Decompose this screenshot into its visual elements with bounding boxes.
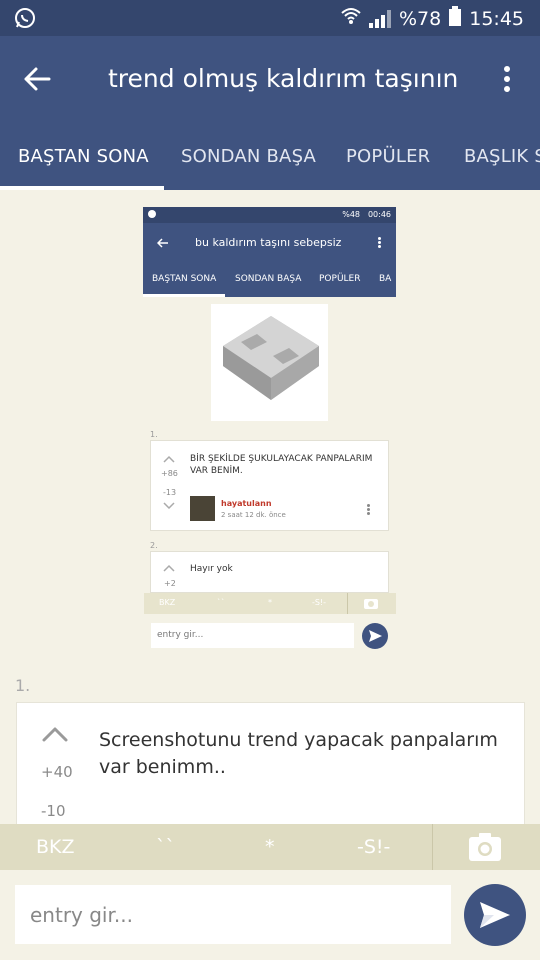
embedded-toolbar-star: * (268, 598, 272, 607)
embedded-title: bu kaldırım taşını sebepsiz (195, 236, 342, 249)
clock: 15:45 (469, 7, 524, 30)
embedded-time-ago: 2 saat 12 dk. önce (221, 511, 286, 519)
page-title: trend olmuş kaldırım taşının (108, 64, 459, 93)
embedded-app-icon (148, 210, 156, 218)
more-options-icon[interactable] (500, 64, 514, 94)
app-bar: trend olmuş kaldırım taşının BAŞTAN SONA… (0, 36, 540, 190)
entry-text: Screenshotunu trend yapacak panpalarım v… (99, 729, 498, 778)
embedded-toolbar-backticks: `` (217, 598, 225, 607)
tab-bastan-sona[interactable]: BAŞTAN SONA (18, 146, 149, 167)
upvote-chevron-icon[interactable] (41, 725, 69, 743)
embedded-camera-icon (364, 599, 378, 609)
embedded-tab: BAŞTAN SONA (152, 274, 217, 284)
whatsapp-icon (14, 7, 36, 33)
embedded-tab-indicator (143, 294, 225, 297)
bkz-button[interactable]: BKZ (36, 836, 75, 858)
entry-number: 1. (15, 676, 31, 695)
embedded-toolbar-spoiler: -S!- (312, 598, 327, 607)
embedded-tab: SONDAN BAŞA (235, 274, 302, 284)
battery-percent: %78 (399, 7, 442, 30)
formatting-toolbar: BKZ `` * -S!- (0, 824, 540, 870)
back-arrow-icon[interactable] (22, 64, 52, 94)
embedded-downvotes: -13 (163, 488, 177, 497)
embedded-tab: BA (379, 274, 392, 284)
embedded-upvotes: +2 (164, 579, 176, 588)
embedded-battery-percent: %48 (342, 210, 360, 219)
embedded-upvotes: +86 (161, 469, 178, 478)
tab-sondan-basa[interactable]: SONDAN BAŞA (181, 146, 316, 167)
toolbar-divider (432, 824, 433, 870)
embedded-entry-text: BİR ŞEKİLDE ŞUKULAYACAK PANPALARIM VAR B… (190, 454, 373, 476)
spoiler-button[interactable]: -S!- (357, 836, 390, 858)
active-tab-indicator (0, 186, 164, 190)
embedded-entry-more-icon (367, 504, 370, 515)
embedded-toolbar: BKZ `` * -S!- (144, 593, 396, 614)
embedded-send-icon (362, 623, 388, 649)
send-icon (480, 902, 510, 928)
tab-baslik[interactable]: BAŞLIK S (464, 146, 540, 167)
wifi-icon (341, 7, 361, 30)
status-bar: %78 15:45 (0, 0, 540, 36)
tab-populer[interactable]: POPÜLER (346, 146, 430, 167)
embedded-upvote-icon (163, 564, 175, 572)
embedded-toolbar-divider (347, 593, 348, 614)
embedded-upvote-icon (163, 455, 175, 463)
embedded-avatar (190, 496, 215, 521)
entry-input[interactable]: entry gir... (15, 885, 451, 944)
embedded-clock: 00:46 (367, 210, 391, 219)
embedded-entry-number: 1. (150, 430, 158, 439)
embedded-entry-card: +86 -13 BİR ŞEKİLDE ŞUKULAYACAK PANPALAR… (150, 440, 389, 531)
star-button[interactable]: * (265, 836, 275, 858)
embedded-toolbar-bkz: BKZ (159, 598, 176, 607)
send-button[interactable] (464, 884, 526, 946)
upvote-count: +40 (41, 763, 73, 781)
embedded-entry-text: Hayır yok (190, 564, 233, 574)
signal-icon (369, 9, 391, 28)
downvote-count: -10 (41, 802, 66, 820)
embedded-more-icon (378, 237, 381, 249)
embedded-entry-input: entry gir... (151, 623, 354, 648)
battery-icon (449, 6, 462, 31)
tab-bar: BAŞTAN SONA SONDAN BAŞA POPÜLER BAŞLIK S (0, 136, 540, 190)
embedded-author: hayatulann (221, 499, 272, 508)
embedded-back-arrow-icon (157, 238, 168, 248)
camera-icon[interactable] (469, 833, 501, 861)
embedded-tab: POPÜLER (319, 274, 361, 284)
embedded-entry-card: +2 Hayır yok (150, 551, 389, 593)
embedded-status-bar: %48 00:46 (143, 207, 396, 223)
entry-card: +40 -10 Screenshotunu trend yapacak panp… (16, 702, 525, 826)
embedded-entry-number: 2. (150, 541, 158, 550)
paving-stone-image (211, 304, 328, 421)
embedded-screenshot-header: %48 00:46 bu kaldırım taşını sebepsiz BA… (143, 207, 396, 297)
backtick-button[interactable]: `` (156, 836, 175, 858)
embedded-downvote-icon (163, 502, 175, 510)
